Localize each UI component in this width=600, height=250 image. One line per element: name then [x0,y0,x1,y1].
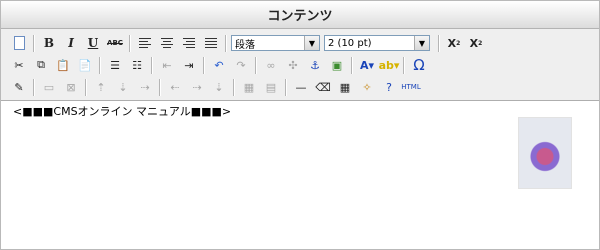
toolbar-row-1: B I U ABC 段落 ▼ 2 (10 pt) ▼ X2 X2 [9,32,486,54]
insert-layer-icon[interactable]: ▭ [39,77,59,97]
insert-col-before-icon[interactable]: ⇠ [165,77,185,97]
numbered-list-icon[interactable]: ☷ [127,55,147,75]
outdent-icon[interactable]: ⇤ [157,55,177,75]
align-center-icon[interactable] [157,33,177,53]
html-button[interactable]: HTML [401,77,421,97]
merge-cells-icon[interactable]: ▤ [261,77,281,97]
new-document-icon[interactable] [9,33,29,53]
editor-text: <■■■CMSオンライン マニュアル■■■> [13,105,232,118]
highlight-color-icon[interactable]: ab▾ [379,55,400,75]
italic-button[interactable]: I [61,33,81,53]
delete-row-icon[interactable]: ⇢ [135,77,155,97]
editor-title: コンテンツ [1,1,599,29]
paste-text-icon[interactable]: 📄 [75,55,95,75]
link-icon[interactable]: ∞ [261,55,281,75]
bullet-list-icon[interactable]: ☰ [105,55,125,75]
align-justify-icon[interactable] [201,33,221,53]
toolbar-row-2: ✂ ⧉ 📋 📄 ☰ ☷ ⇤ ⇥ ↶ ↷ ∞ ✣ ⚓ ▣ A▾ ab▾ Ω [9,54,429,76]
bold-button[interactable]: B [39,33,59,53]
editor-content-area[interactable]: <■■■CMSオンライン マニュアル■■■> [9,101,599,250]
flower-thumbnail-image [518,117,572,189]
split-cells-icon[interactable]: ▦ [239,77,259,97]
anchor-icon[interactable]: ⚓ [305,55,325,75]
image-icon[interactable]: ▣ [327,55,347,75]
redo-icon[interactable]: ↷ [231,55,251,75]
toolbar-row-3: ✎ ▭ ⊠ ⇡ ⇣ ⇢ ⇠ ⇢ ⇣ ▦ ▤ — ⌫ ▦ ✧ ? HTML [9,76,421,98]
insert-col-after-icon[interactable]: ⇢ [187,77,207,97]
underline-button[interactable]: U [83,33,103,53]
align-left-icon[interactable] [135,33,155,53]
copy-icon[interactable]: ⧉ [31,55,51,75]
paste-icon[interactable]: 📋 [53,55,73,75]
insert-row-after-icon[interactable]: ⇣ [113,77,133,97]
unlink-icon[interactable]: ✣ [283,55,303,75]
editor-panel: コンテンツ B I U ABC 段落 ▼ 2 (10 pt) ▼ X2 X2 ✂ ⧉… [0,0,600,250]
format-select[interactable]: 段落 ▼ [231,35,320,51]
table-icon[interactable]: ▦ [335,77,355,97]
special-character-icon[interactable]: Ω [409,55,429,75]
align-right-icon[interactable] [179,33,199,53]
font-color-icon[interactable]: A▾ [357,55,377,75]
subscript-button[interactable]: X2 [444,33,464,53]
delete-layer-icon[interactable]: ⊠ [61,77,81,97]
remove-format-icon[interactable]: ⌫ [313,77,333,97]
indent-icon[interactable]: ⇥ [179,55,199,75]
superscript-button[interactable]: X2 [466,33,486,53]
font-size-select[interactable]: 2 (10 pt) ▼ [324,35,430,51]
delete-col-icon[interactable]: ⇣ [209,77,229,97]
cut-icon[interactable]: ✂ [9,55,29,75]
edit-source-icon[interactable]: ✎ [9,77,29,97]
editor-toolbar: B I U ABC 段落 ▼ 2 (10 pt) ▼ X2 X2 ✂ ⧉ 📋 📄 ☰… [1,29,599,101]
insert-row-before-icon[interactable]: ⇡ [91,77,111,97]
cleanup-icon[interactable]: ✧ [357,77,377,97]
help-icon[interactable]: ? [379,77,399,97]
horizontal-rule-icon[interactable]: — [291,77,311,97]
strikethrough-button[interactable]: ABC [105,33,125,53]
undo-icon[interactable]: ↶ [209,55,229,75]
